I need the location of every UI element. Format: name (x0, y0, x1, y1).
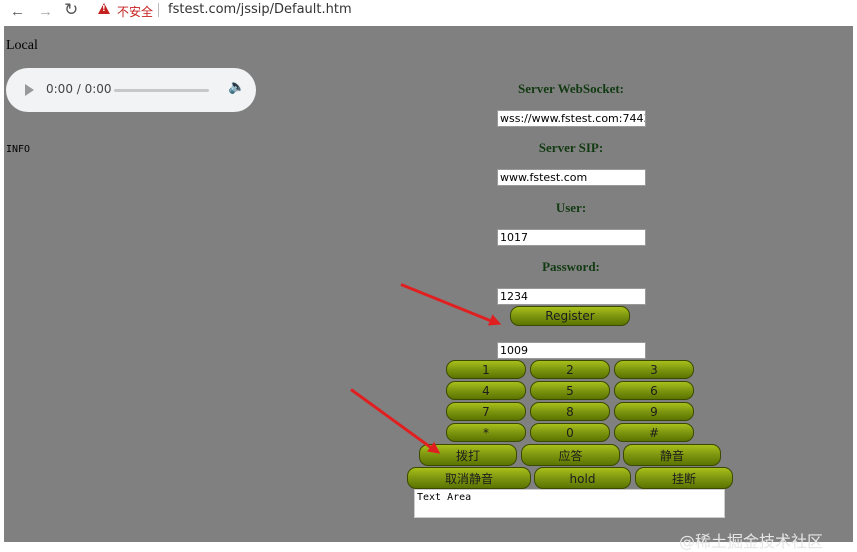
hangup-button[interactable]: 挂断 (635, 467, 733, 489)
answer-button[interactable]: 应答 (521, 444, 620, 466)
web-page: Local 0:00 / 0:00 🔈 INFO Server WebSocke… (4, 26, 853, 551)
keypad-4-button[interactable]: 4 (446, 381, 526, 400)
keypad-2-button[interactable]: 2 (530, 360, 610, 379)
keypad-0-button[interactable]: 0 (530, 423, 610, 442)
text-area[interactable]: Text Area (414, 489, 725, 518)
local-label: Local (6, 38, 38, 53)
info-label: INFO (6, 144, 31, 155)
user-label: User: (555, 200, 587, 215)
mute-button[interactable]: 静音 (623, 444, 721, 466)
reload-icon[interactable]: ↻ (64, 1, 78, 19)
server-websocket-label: Server WebSocket: (517, 81, 625, 96)
audio-time: 0:00 / 0:00 (46, 82, 112, 96)
play-icon[interactable] (25, 84, 34, 96)
keypad-8-button[interactable]: 8 (530, 402, 610, 421)
browser-toolbar: ← → ↻ 不安全 fstest.com/jssip/Default.htm (0, 0, 857, 26)
server-websocket-input[interactable] (497, 110, 646, 127)
audio-progress-bar[interactable] (114, 89, 209, 92)
forward-arrow-icon[interactable]: → (38, 3, 53, 21)
register-button[interactable]: Register (510, 306, 630, 326)
volume-icon[interactable]: 🔈 (228, 79, 245, 96)
unmute-button[interactable]: 取消静音 (407, 467, 531, 489)
annotation-arrow-register (400, 283, 497, 325)
security-status[interactable]: 不安全 (117, 3, 153, 20)
password-input[interactable] (497, 288, 646, 305)
password-label: Password: (542, 259, 600, 274)
hold-button[interactable]: hold (534, 467, 631, 489)
back-arrow-icon[interactable]: ← (10, 3, 25, 21)
keypad-star-button[interactable]: * (446, 423, 526, 442)
keypad-6-button[interactable]: 6 (614, 381, 694, 400)
keypad-9-button[interactable]: 9 (614, 402, 694, 421)
server-sip-input[interactable] (497, 169, 646, 186)
annotation-arrow-dial (350, 388, 437, 452)
warning-icon[interactable] (98, 3, 110, 14)
keypad-hash-button[interactable]: # (614, 423, 694, 442)
address-bar[interactable]: fstest.com/jssip/Default.htm (168, 2, 352, 17)
dial-number-input[interactable] (497, 342, 646, 359)
watermark: @稀土掘金技术社区 (679, 532, 824, 551)
keypad-5-button[interactable]: 5 (530, 381, 610, 400)
server-sip-label: Server SIP: (538, 140, 604, 155)
keypad-3-button[interactable]: 3 (614, 360, 694, 379)
audio-player[interactable]: 0:00 / 0:00 🔈 (6, 68, 256, 112)
keypad-1-button[interactable]: 1 (446, 360, 526, 379)
user-input[interactable] (497, 229, 646, 246)
url-divider (158, 3, 159, 17)
keypad-7-button[interactable]: 7 (446, 402, 526, 421)
